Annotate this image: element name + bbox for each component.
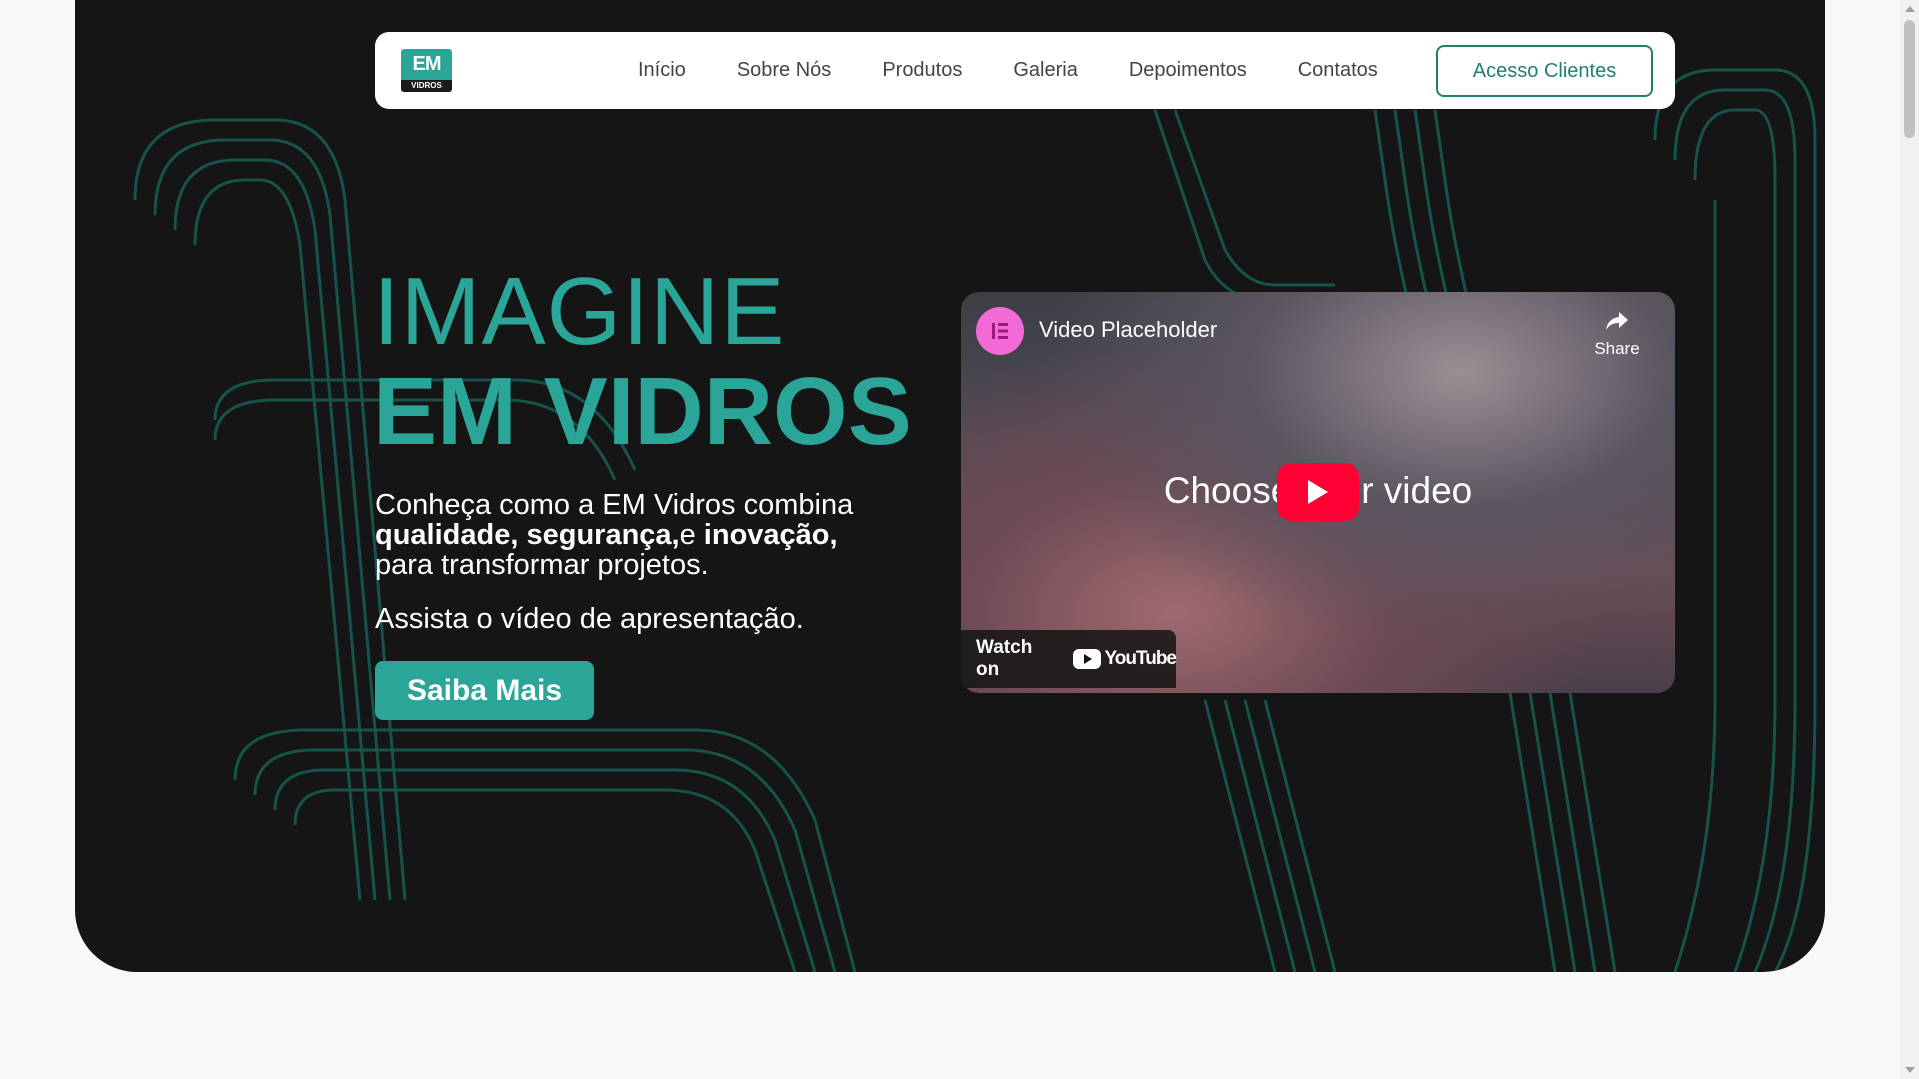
nav-links: Início Sobre Nós Produtos Galeria Depoim… [638,32,1378,109]
nav-link-sobre-nos[interactable]: Sobre Nós [737,59,832,82]
video-title[interactable]: Video Placeholder [1039,317,1217,343]
logo-mark: EM [401,49,452,80]
client-access-button[interactable]: Acesso Clientes [1436,45,1653,97]
share-button[interactable]: Share [1589,310,1645,359]
youtube-logo: YouTube [1072,648,1177,670]
play-button[interactable] [1277,463,1359,521]
hero-section: EM VIDROS Início Sobre Nós Produtos Gale… [75,0,1825,972]
headline-em-vidros: EM VIDROS [373,358,912,465]
intro-mid: e [679,519,704,551]
intro-bold-quality: qualidade, segurança, [375,519,680,551]
watch-on-youtube-button[interactable]: Watch on YouTube [961,630,1177,688]
youtube-wordmark: YouTube [1104,648,1177,669]
video-embed[interactable]: Video Placeholder Share Choose your vide… [961,292,1675,693]
saiba-mais-button[interactable]: Saiba Mais [375,661,594,720]
logo-subtext: VIDROS [401,80,452,92]
watch-video-text: Assista o vídeo de apresentação. [375,603,804,635]
watch-on-label: Watch on [976,637,1033,680]
nav-link-produtos[interactable]: Produtos [882,59,962,82]
intro-end: para transformar projetos. [375,549,709,581]
play-icon [1308,480,1328,504]
headline-imagine: IMAGINE [373,258,786,365]
nav-link-galeria[interactable]: Galeria [1013,59,1077,82]
scroll-up-arrow-icon[interactable] [1905,6,1915,12]
intro-start: Conheça como a EM Vidros combina [375,489,854,521]
elementor-channel-icon[interactable] [976,307,1024,355]
share-label: Share [1594,339,1640,358]
intro-bold-innovation: inovação, [703,519,838,551]
top-navbar: EM VIDROS Início Sobre Nós Produtos Gale… [375,32,1675,109]
nav-link-inicio[interactable]: Início [638,59,686,82]
page-scrollbar[interactable] [1900,0,1919,1079]
em-vidros-logo[interactable]: EM VIDROS [401,49,452,92]
nav-link-contatos[interactable]: Contatos [1298,59,1378,82]
intro-paragraph: Conheça como a EM Vidros combina qualida… [375,490,935,580]
scroll-thumb[interactable] [1904,20,1915,138]
youtube-play-icon [1072,649,1101,669]
share-icon [1606,312,1628,330]
scroll-down-arrow-icon[interactable] [1905,1067,1915,1073]
nav-link-depoimentos[interactable]: Depoimentos [1129,59,1247,82]
